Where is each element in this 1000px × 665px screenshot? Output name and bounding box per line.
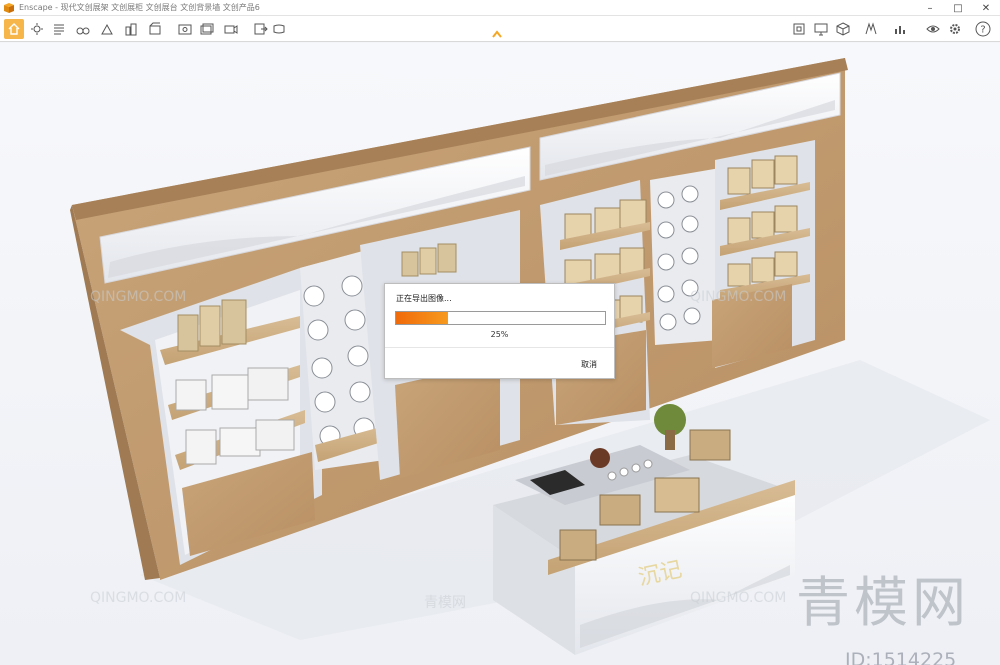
batch-render-icon[interactable] — [198, 20, 216, 38]
settings-list-icon[interactable] — [50, 20, 68, 38]
dialog-divider — [385, 347, 614, 348]
collapse-toolbar-icon[interactable] — [492, 30, 502, 38]
home-icon[interactable] — [4, 19, 24, 39]
help-icon[interactable]: ? — [974, 20, 992, 38]
panorama-icon[interactable] — [270, 20, 288, 38]
screenshot-icon[interactable] — [176, 20, 194, 38]
window-title: Enscape - 现代文创展架 文创展柜 文创展台 文创背景墙 文创产品6 — [19, 3, 260, 12]
watermark-site: QINGMO.COM — [90, 289, 187, 305]
box-icon[interactable] — [146, 20, 164, 38]
video-icon[interactable] — [222, 20, 240, 38]
monitor-icon[interactable] — [812, 20, 830, 38]
progress-percent: 25% — [490, 330, 509, 339]
cube-icon[interactable] — [834, 20, 852, 38]
view-icon[interactable] — [924, 20, 942, 38]
watermark-site: QINGMO.COM — [690, 289, 787, 305]
enscape-logo-icon — [4, 2, 14, 13]
chart-icon[interactable] — [892, 20, 910, 38]
sketch-icon[interactable] — [98, 20, 116, 38]
watermark-id: ID:1514225 — [845, 649, 957, 665]
watermark-site: QINGMO.COM — [690, 590, 787, 606]
maximize-button[interactable]: □ — [944, 0, 972, 16]
material-icon[interactable] — [862, 20, 880, 38]
watermark-site-cn: 青模网 — [424, 595, 466, 611]
cancel-button[interactable]: 取消 — [581, 359, 597, 370]
minimize-button[interactable]: – — [916, 0, 944, 16]
watermark-site: QINGMO.COM — [90, 590, 187, 606]
close-button[interactable]: ✕ — [972, 0, 1000, 16]
sun-icon[interactable] — [28, 20, 46, 38]
gear-icon[interactable] — [946, 20, 964, 38]
export-progress-dialog: 正在导出图像... 25% 取消 — [384, 283, 615, 379]
asset-library-icon[interactable] — [790, 20, 808, 38]
buildings-icon[interactable] — [122, 20, 140, 38]
export-icon[interactable] — [252, 20, 270, 38]
progress-bar-fill — [396, 312, 449, 324]
binoculars-icon[interactable] — [74, 20, 92, 38]
window-controls: – □ ✕ — [916, 0, 1000, 16]
watermark-big: 青模网 — [796, 571, 970, 634]
progress-bar — [395, 311, 606, 325]
title-bar: Enscape - 现代文创展架 文创展柜 文创展台 文创背景墙 文创产品6 –… — [0, 0, 1000, 16]
main-toolbar: ? — [0, 16, 1000, 42]
svg-text:?: ? — [980, 25, 985, 36]
dialog-title: 正在导出图像... — [396, 294, 452, 303]
